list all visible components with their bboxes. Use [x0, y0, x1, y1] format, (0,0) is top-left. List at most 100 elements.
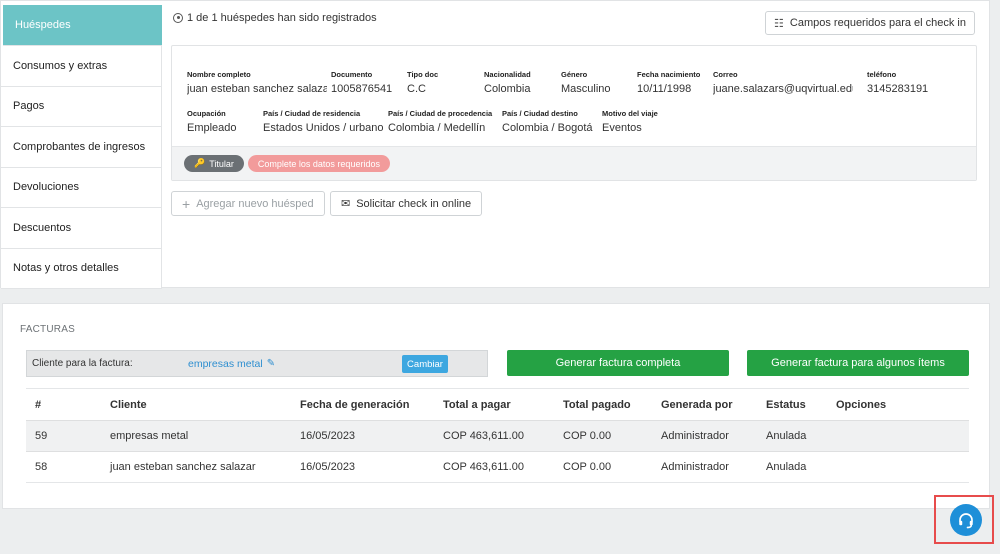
- generate-partial-invoice-button[interactable]: Generar factura para algunos ítems: [747, 350, 969, 376]
- field-trip-reason: Motivo del viaje Eventos: [602, 109, 682, 134]
- edit-icon[interactable]: ✎: [267, 358, 275, 369]
- list-icon: ☷: [774, 17, 784, 30]
- guest-count: 1 de 1 huéspedes han sido registrados: [173, 12, 377, 24]
- incomplete-data-badge: Complete los datos requeridos: [247, 155, 390, 172]
- required-fields-button[interactable]: ☷ Campos requeridos para el check in: [765, 11, 975, 35]
- field-label: País / Ciudad destino: [502, 109, 578, 118]
- field-label: Motivo del viaje: [602, 109, 658, 118]
- support-button[interactable]: [950, 504, 982, 536]
- field-document: Documento 1005876541: [331, 70, 403, 95]
- field-label: Fecha nacimiento: [637, 70, 701, 79]
- invoice-client-name[interactable]: empresas metal: [188, 358, 263, 370]
- field-value: Estados Unidos / urbano: [263, 122, 384, 134]
- invoice-by-cell: Administrador: [652, 420, 757, 452]
- field-value: juan esteban sanchez salazar: [187, 83, 327, 95]
- field-destination: País / Ciudad destino Colombia / Bogotá: [502, 109, 597, 134]
- field-value: C.C: [407, 83, 426, 95]
- field-label: País / Ciudad de procedencia: [388, 109, 493, 118]
- field-label: País / Ciudad de residencia: [263, 109, 361, 118]
- titular-badge: 🔑 Titular: [184, 155, 244, 172]
- online-checkin-label: Solicitar check in online: [356, 197, 472, 210]
- sidebar-item-devoluciones[interactable]: Devoluciones: [1, 167, 162, 208]
- field-label: Nacionalidad: [484, 70, 531, 79]
- invoice-by-cell: Administrador: [652, 451, 757, 483]
- sidebar-item-huespedes[interactable]: Huéspedes: [3, 5, 162, 46]
- sidebar-item-comprobantes[interactable]: Comprobantes de ingresos: [1, 127, 162, 168]
- generate-full-invoice-button[interactable]: Generar factura completa: [507, 350, 729, 376]
- invoices-title: FACTURAS: [20, 324, 75, 335]
- invoice-client-cell: empresas metal: [101, 420, 291, 452]
- invoice-status-cell: Anulada: [757, 451, 827, 483]
- col-date: Fecha de generación: [291, 388, 434, 421]
- table-row: 58 juan esteban sanchez salazar 16/05/20…: [26, 451, 969, 483]
- field-value: 10/11/1998: [637, 83, 692, 95]
- field-value: Colombia / Bogotá: [502, 122, 593, 134]
- field-value: Colombia / Medellín: [388, 122, 486, 134]
- invoice-id-link[interactable]: 58: [26, 451, 101, 483]
- sidebar: Huéspedes Consumos y extras Pagos Compro…: [1, 5, 162, 289]
- field-value: Empleado: [187, 122, 237, 134]
- invoice-total-cell: COP 463,611.00: [434, 420, 554, 452]
- add-guest-label: Agregar nuevo huésped: [196, 197, 314, 210]
- field-label: Correo: [713, 70, 738, 79]
- field-label: Nombre completo: [187, 70, 251, 79]
- sidebar-item-pagos[interactable]: Pagos: [1, 86, 162, 127]
- invoice-id-link[interactable]: 59: [26, 420, 101, 452]
- field-nationality: Nacionalidad Colombia: [484, 70, 554, 95]
- field-doc-type: Tipo doc C.C: [407, 70, 477, 95]
- field-value: Eventos: [602, 122, 642, 134]
- invoice-options-cell: [827, 451, 969, 483]
- field-phone: teléfono 3145283191: [867, 70, 967, 95]
- col-client: Cliente: [101, 388, 291, 421]
- support-highlight: [934, 495, 994, 544]
- guests-card: Huéspedes Consumos y extras Pagos Compro…: [0, 0, 990, 289]
- invoices-table: # Cliente Fecha de generación Total a pa…: [26, 388, 969, 483]
- field-gender: Género Masculino: [561, 70, 631, 95]
- field-value: juane.salazars@uqvirtual.edu.co: [713, 83, 853, 95]
- field-origin: País / Ciudad de procedencia Colombia / …: [388, 109, 498, 134]
- table-header: # Cliente Fecha de generación Total a pa…: [26, 388, 969, 421]
- field-full-name: Nombre completo juan esteban sanchez sal…: [187, 70, 327, 95]
- invoice-client-label: Cliente para la factura:: [32, 358, 133, 369]
- field-value: Colombia: [484, 83, 531, 95]
- mail-icon: ✉: [341, 198, 351, 210]
- invoice-paid-cell: COP 0.00: [554, 451, 652, 483]
- invoice-client-bar: Cliente para la factura: empresas metal …: [26, 350, 488, 377]
- col-options: Opciones: [827, 388, 969, 421]
- invoice-date-cell: 16/05/2023: [291, 420, 434, 452]
- field-label: Género: [561, 70, 588, 79]
- invoice-paid-cell: COP 0.00: [554, 420, 652, 452]
- col-paid: Total pagado: [554, 388, 652, 421]
- titular-label: Titular: [209, 158, 234, 169]
- field-label: teléfono: [867, 70, 897, 79]
- user-circle-icon: [173, 13, 183, 23]
- invoice-client[interactable]: empresas metal ✎: [188, 358, 275, 370]
- headset-icon: [959, 513, 973, 529]
- invoice-total-cell: COP 463,611.00: [434, 451, 554, 483]
- change-client-button[interactable]: Cambiar: [402, 355, 448, 373]
- guest-details-box: Nombre completo juan esteban sanchez sal…: [171, 45, 977, 181]
- field-occupation: Ocupación Empleado: [187, 109, 259, 134]
- col-id: #: [26, 388, 101, 421]
- table-row: 59 empresas metal 16/05/2023 COP 463,611…: [26, 420, 969, 452]
- invoice-client-cell: juan esteban sanchez salazar: [101, 451, 291, 483]
- sidebar-item-descuentos[interactable]: Descuentos: [1, 208, 162, 249]
- invoice-status-cell: Anulada: [757, 420, 827, 452]
- add-guest-button[interactable]: + Agregar nuevo huésped: [171, 191, 325, 216]
- guest-badges: 🔑 Titular Complete los datos requeridos: [172, 146, 976, 180]
- field-birthdate: Fecha nacimiento 10/11/1998: [637, 70, 709, 95]
- field-email: Correo juane.salazars@uqvirtual.edu.co: [713, 70, 853, 95]
- col-generated-by: Generada por: [652, 388, 757, 421]
- field-label: Documento: [331, 70, 373, 79]
- invoice-date-cell: 16/05/2023: [291, 451, 434, 483]
- key-icon: 🔑: [194, 158, 206, 168]
- plus-icon: +: [182, 195, 191, 212]
- col-status: Estatus: [757, 388, 827, 421]
- field-value: Masculino: [561, 83, 611, 95]
- sidebar-item-consumos[interactable]: Consumos y extras: [1, 46, 162, 87]
- field-label: Ocupación: [187, 109, 226, 118]
- sidebar-item-notas[interactable]: Notas y otros detalles: [1, 248, 162, 289]
- field-residence: País / Ciudad de residencia Estados Unid…: [263, 109, 385, 134]
- invoice-options-cell: [827, 420, 969, 452]
- online-checkin-button[interactable]: ✉ Solicitar check in online: [330, 191, 483, 216]
